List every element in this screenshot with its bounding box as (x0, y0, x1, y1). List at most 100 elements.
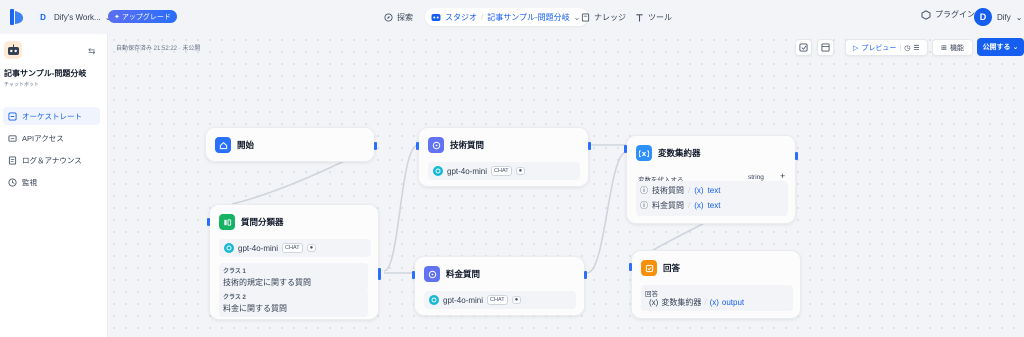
sidebar-item-orchestrate[interactable]: オーケストレート (3, 107, 100, 125)
orchestrate-icon (8, 111, 17, 121)
aggregator-output-handle[interactable] (795, 152, 798, 160)
nav-tools[interactable]: ツール (635, 8, 672, 26)
publish-button[interactable]: 公開する ⌄ (977, 38, 1024, 56)
preview-button[interactable]: プレビュー (861, 43, 896, 53)
tech-output-handle[interactable] (588, 142, 591, 150)
classifier-icon (219, 214, 235, 230)
model-name: gpt-4o-mini (238, 243, 279, 253)
nav-knowledge[interactable]: ナレッジ (581, 8, 626, 26)
nav-studio-label: スタジオ (445, 12, 477, 22)
price-input-handle[interactable] (412, 271, 415, 279)
log-icon (8, 155, 17, 165)
sidebar-item-label: 監視 (22, 177, 37, 187)
nav-studio[interactable]: スタジオ / 記事サンプル-問題分岐 ⌄ (425, 8, 589, 26)
history-button[interactable] (795, 39, 812, 56)
start-output-handle[interactable] (374, 142, 377, 150)
price-llm-node[interactable]: 料金質問 gpt-4o-mini CHAT ● (412, 256, 587, 316)
nav-tools-label: ツール (648, 12, 672, 22)
aggregator-node[interactable]: {x} 変数集約器 変数を代入する string + ⓘ 技術質問 / (x) … (624, 135, 798, 224)
aggregator-input-handle[interactable] (624, 145, 627, 153)
tech-input-handle[interactable] (416, 142, 419, 150)
aggregator-node-header: {x} 変数集約器 (636, 145, 701, 161)
vision-icon: ● (306, 244, 317, 252)
variable-row[interactable]: ⓘ 技術質問 / (x) text (640, 185, 720, 196)
checklist-icon[interactable]: ☰ (913, 44, 919, 52)
llm-icon (424, 266, 440, 282)
answer-variable[interactable]: (x) 変数集約器 / (x) output (649, 297, 744, 308)
aggregator-node-title: 変数集約器 (658, 148, 701, 158)
variable-name: text (707, 201, 721, 210)
class-title: クラス 1 (223, 269, 246, 275)
home-icon (215, 137, 231, 153)
features-label: 機能 (949, 44, 964, 52)
preview-group: ▷ プレビュー | ◷ ☰ (845, 39, 928, 56)
sidebar-item-monitor[interactable]: 監視 (3, 173, 100, 191)
price-model-selector[interactable]: gpt-4o-mini CHAT ● (424, 291, 576, 309)
sidebar-item-api[interactable]: APIアクセス (3, 129, 100, 147)
sidebar-item-logs[interactable]: ログ＆アナウンス (3, 151, 100, 169)
variable-row[interactable]: ⓘ 料金質問 / (x) text (640, 200, 720, 211)
plugins-button[interactable]: プラグイン (921, 9, 975, 20)
add-variable-icon[interactable]: + (780, 171, 785, 181)
classifier-input-handle[interactable] (207, 218, 210, 226)
play-icon[interactable]: ▷ (853, 44, 858, 52)
robot-icon (4, 41, 22, 59)
clock-icon[interactable]: ◷ (904, 44, 910, 52)
answer-node-title: 回答 (663, 263, 681, 273)
toolbar-divider: | (899, 44, 902, 51)
features-button[interactable]: ⊞ 機能 (932, 39, 973, 56)
model-tag: CHAT (491, 166, 512, 176)
price-node-header: 料金質問 (424, 266, 480, 282)
price-node-title: 料金質問 (446, 269, 481, 279)
classifier-node[interactable]: 質問分類器 gpt-4o-mini CHAT ● クラス 1 技術的規定に関する… (207, 204, 381, 320)
compass-icon (384, 12, 393, 22)
classifier-model-selector[interactable]: gpt-4o-mini CHAT ● (219, 239, 371, 257)
class-title: クラス 2 (223, 295, 246, 301)
wrench-icon (635, 13, 644, 22)
tech-llm-node[interactable]: 技術質問 gpt-4o-mini CHAT ● (416, 127, 591, 187)
class2-output-handle[interactable] (378, 272, 381, 280)
layout-button[interactable] (817, 39, 834, 56)
openai-icon (433, 166, 443, 176)
sidebar-item-label: ログ＆アナウンス (22, 155, 82, 165)
class-item[interactable]: クラス 1 技術的規定に関する質問 (219, 263, 368, 291)
chevron-down-icon: ⌄ (1012, 44, 1019, 51)
type-label: string (748, 174, 764, 181)
tech-model-selector[interactable]: gpt-4o-mini CHAT ● (428, 162, 580, 180)
current-app-label[interactable]: 記事サンプル-問題分岐 (487, 12, 569, 23)
history-icon (799, 43, 808, 52)
class-item[interactable]: クラス 2 料金に関する質問 (219, 289, 368, 317)
variable-divider: / (688, 201, 691, 210)
price-output-handle[interactable] (584, 271, 587, 279)
avatar: D (974, 8, 992, 26)
variable-icon: {x} (636, 145, 652, 161)
variable-ref-icon: (x) (709, 298, 719, 307)
classifier-node-title: 質問分類器 (241, 217, 284, 227)
user-menu[interactable]: D Dify ⌄ (974, 8, 1022, 26)
switch-app-icon[interactable]: ⇆ (88, 46, 96, 57)
answer-input-handle[interactable] (629, 263, 632, 271)
plugins-label: プラグイン (935, 10, 975, 19)
variable-icon: (x) (694, 186, 704, 195)
workspace-switcher[interactable]: D Dify's Work... ⌄ (36, 10, 111, 24)
sidebar-item-label: APIアクセス (22, 133, 64, 143)
answer-icon (641, 260, 657, 276)
variable-source: 技術質問 (652, 186, 684, 195)
tech-node-header: 技術質問 (428, 137, 484, 153)
classifier-node-header: 質問分類器 (219, 214, 284, 230)
class-text: 技術的規定に関する質問 (223, 278, 311, 287)
upgrade-button[interactable]: ✦ アップグレード (108, 10, 177, 23)
variable-icon: (x) (649, 298, 659, 307)
answer-node[interactable]: 回答 回答 (x) 変数集約器 / (x) output (629, 250, 801, 319)
variable-divider: / (704, 298, 707, 307)
autosave-status: 自動保存済み 21:52:22 · 未公開 (116, 46, 201, 52)
dify-logo[interactable] (10, 9, 24, 25)
nav-explore[interactable]: 探索 (384, 8, 413, 26)
plugin-icon (921, 9, 931, 20)
variable-divider: / (688, 186, 691, 195)
book-icon (581, 12, 590, 22)
variable-source: 料金質問 (652, 201, 684, 210)
app-type: チャットボット (4, 82, 39, 88)
start-node[interactable]: 開始 (205, 127, 377, 162)
top-bar: D Dify's Work... ⌄ ✦ アップグレード 探索 スタジオ / 記… (0, 0, 1024, 34)
